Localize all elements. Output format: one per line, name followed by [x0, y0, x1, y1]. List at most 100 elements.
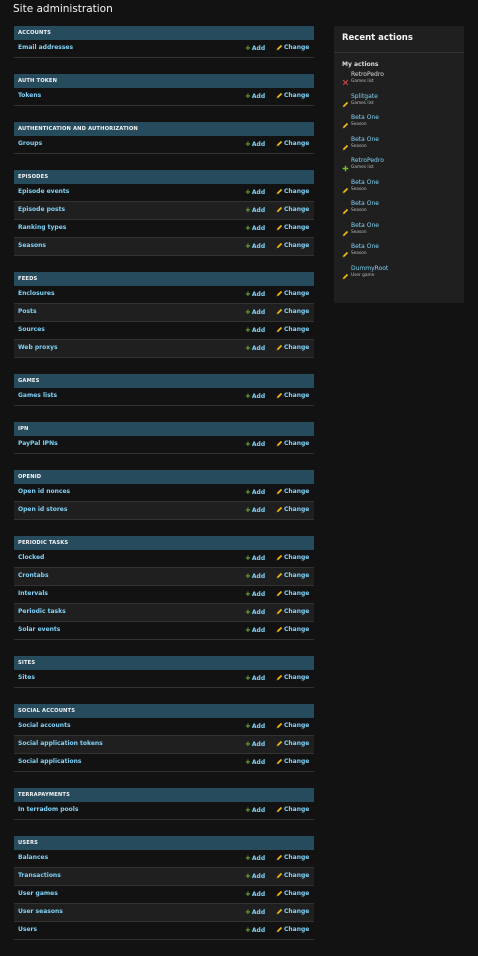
recent-action-item[interactable]: Beta One Season: [334, 200, 464, 222]
app-caption[interactable]: Accounts: [14, 26, 314, 40]
model-link-web-proxys[interactable]: Web proxys: [18, 340, 58, 356]
change-link[interactable]: Change: [276, 388, 309, 404]
recent-action-item[interactable]: DummyRoot User game: [334, 265, 464, 287]
change-link[interactable]: Change: [276, 586, 309, 602]
add-link[interactable]: +Add: [245, 40, 265, 57]
model-link-paypal-ipns[interactable]: PayPal IPNs: [18, 436, 58, 452]
add-link[interactable]: +Add: [245, 184, 265, 201]
change-link[interactable]: Change: [276, 340, 309, 356]
change-link[interactable]: Change: [276, 322, 309, 338]
model-link-balances[interactable]: Balances: [18, 850, 48, 866]
app-caption[interactable]: Social Accounts: [14, 704, 314, 718]
add-link[interactable]: +Add: [245, 286, 265, 303]
change-link[interactable]: Change: [276, 850, 309, 866]
model-link-in-terradom-pools[interactable]: In terradom pools: [18, 802, 78, 818]
add-link[interactable]: +Add: [245, 436, 265, 453]
model-link-social-applications[interactable]: Social applications: [18, 754, 82, 770]
model-link-groups[interactable]: Groups: [18, 136, 42, 152]
model-link-user-games[interactable]: User games: [18, 886, 58, 902]
recent-action-item[interactable]: Beta One Season: [334, 136, 464, 158]
recent-action-item[interactable]: Beta One Season: [334, 114, 464, 136]
change-link[interactable]: Change: [276, 736, 309, 752]
change-link[interactable]: Change: [276, 238, 309, 254]
add-link[interactable]: +Add: [245, 238, 265, 255]
app-caption[interactable]: Feeds: [14, 272, 314, 286]
add-link[interactable]: +Add: [245, 670, 265, 687]
add-link[interactable]: +Add: [245, 904, 265, 921]
change-link[interactable]: Change: [276, 40, 309, 56]
app-caption[interactable]: Sites: [14, 656, 314, 670]
add-link[interactable]: +Add: [245, 136, 265, 153]
add-link[interactable]: +Add: [245, 718, 265, 735]
add-link[interactable]: +Add: [245, 922, 265, 939]
change-link[interactable]: Change: [276, 304, 309, 320]
model-link-episode-events[interactable]: Episode events: [18, 184, 69, 200]
app-caption[interactable]: OpenID: [14, 470, 314, 484]
model-link-user-seasons[interactable]: User seasons: [18, 904, 63, 920]
app-caption[interactable]: Games: [14, 374, 314, 388]
add-link[interactable]: +Add: [245, 568, 265, 585]
add-link[interactable]: +Add: [245, 340, 265, 357]
model-link-sites[interactable]: Sites: [18, 670, 35, 686]
add-link[interactable]: +Add: [245, 868, 265, 885]
recent-action-item[interactable]: Beta One Season: [334, 222, 464, 244]
change-link[interactable]: Change: [276, 604, 309, 620]
app-caption[interactable]: Terrapayments: [14, 788, 314, 802]
add-link[interactable]: +Add: [245, 736, 265, 753]
recent-action-item[interactable]: RetroPedro Games list: [334, 157, 464, 179]
model-link-intervals[interactable]: Intervals: [18, 586, 48, 602]
change-link[interactable]: Change: [276, 802, 309, 818]
model-link-posts[interactable]: Posts: [18, 304, 37, 320]
add-link[interactable]: +Add: [245, 88, 265, 105]
change-link[interactable]: Change: [276, 868, 309, 884]
model-link-sources[interactable]: Sources: [18, 322, 45, 338]
recent-action-item[interactable]: Beta One Season: [334, 243, 464, 265]
recent-action-name[interactable]: RetroPedro: [351, 157, 464, 165]
change-link[interactable]: Change: [276, 922, 309, 938]
add-link[interactable]: +Add: [245, 220, 265, 237]
recent-action-name[interactable]: Splitgate: [351, 93, 464, 101]
recent-action-item[interactable]: Splitgate Games list: [334, 93, 464, 115]
app-caption[interactable]: Periodic Tasks: [14, 536, 314, 550]
change-link[interactable]: Change: [276, 568, 309, 584]
add-link[interactable]: +Add: [245, 754, 265, 771]
change-link[interactable]: Change: [276, 718, 309, 734]
change-link[interactable]: Change: [276, 622, 309, 638]
add-link[interactable]: +Add: [245, 802, 265, 819]
model-link-social-accounts[interactable]: Social accounts: [18, 718, 71, 734]
change-link[interactable]: Change: [276, 886, 309, 902]
change-link[interactable]: Change: [276, 502, 309, 518]
change-link[interactable]: Change: [276, 220, 309, 236]
change-link[interactable]: Change: [276, 88, 309, 104]
model-link-episode-posts[interactable]: Episode posts: [18, 202, 65, 218]
change-link[interactable]: Change: [276, 202, 309, 218]
model-link-periodic-tasks[interactable]: Periodic tasks: [18, 604, 66, 620]
app-caption[interactable]: Auth Token: [14, 74, 314, 88]
add-link[interactable]: +Add: [245, 484, 265, 501]
model-link-tokens[interactable]: Tokens: [18, 88, 41, 104]
add-link[interactable]: +Add: [245, 886, 265, 903]
add-link[interactable]: +Add: [245, 604, 265, 621]
app-caption[interactable]: Users: [14, 836, 314, 850]
recent-action-name[interactable]: Beta One: [351, 200, 464, 208]
model-link-seasons[interactable]: Seasons: [18, 238, 46, 254]
add-link[interactable]: +Add: [245, 550, 265, 567]
model-link-ranking-types[interactable]: Ranking types: [18, 220, 66, 236]
model-link-clocked[interactable]: Clocked: [18, 550, 44, 566]
model-link-open-id-stores[interactable]: Open id stores: [18, 502, 67, 518]
add-link[interactable]: +Add: [245, 850, 265, 867]
add-link[interactable]: +Add: [245, 388, 265, 405]
add-link[interactable]: +Add: [245, 202, 265, 219]
add-link[interactable]: +Add: [245, 322, 265, 339]
model-link-solar-events[interactable]: Solar events: [18, 622, 60, 638]
change-link[interactable]: Change: [276, 436, 309, 452]
model-link-social-application-tokens[interactable]: Social application tokens: [18, 736, 103, 752]
change-link[interactable]: Change: [276, 184, 309, 200]
recent-action-name[interactable]: Beta One: [351, 114, 464, 122]
model-link-games-lists[interactable]: Games lists: [18, 388, 57, 404]
model-link-open-id-nonces[interactable]: Open id nonces: [18, 484, 70, 500]
app-caption[interactable]: Authentication and Authorization: [14, 122, 314, 136]
change-link[interactable]: Change: [276, 136, 309, 152]
change-link[interactable]: Change: [276, 670, 309, 686]
model-link-users[interactable]: Users: [18, 922, 37, 938]
